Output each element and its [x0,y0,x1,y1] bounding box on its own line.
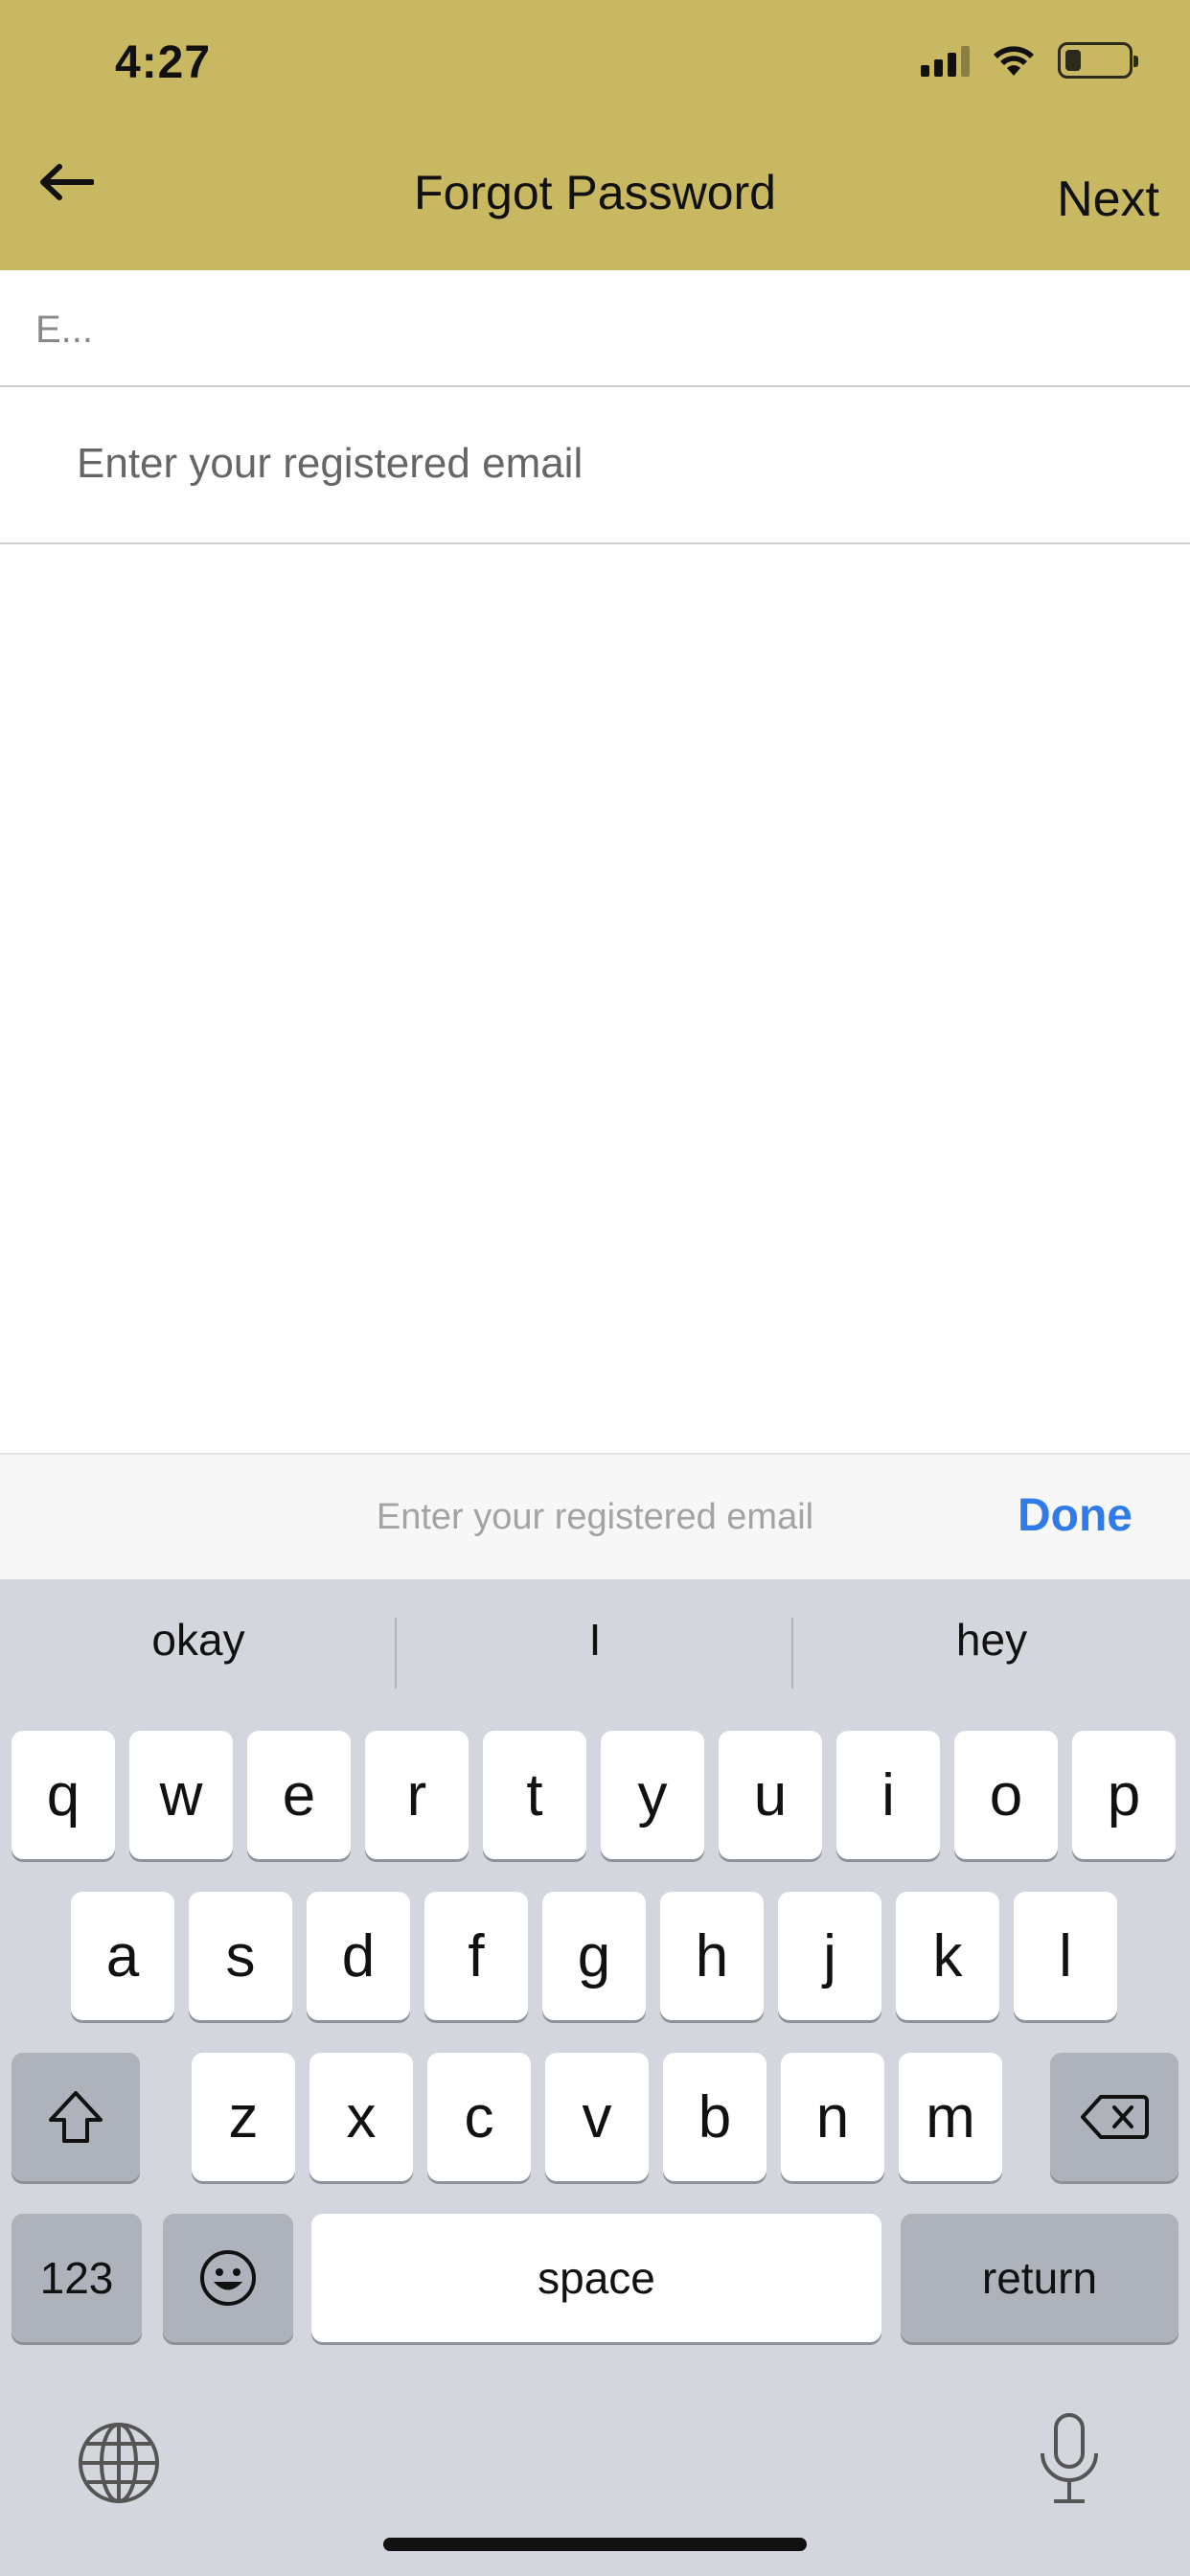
cellular-signal-icon [921,44,970,77]
key-k[interactable]: k [896,1892,999,2020]
key-x[interactable]: x [309,2053,413,2181]
accessory-hint: Enter your registered email [376,1497,814,1537]
key-v[interactable]: v [545,2053,649,2181]
key-c[interactable]: c [427,2053,531,2181]
key-j[interactable]: j [778,1892,881,2020]
space-key[interactable]: space [311,2214,881,2342]
home-indicator [383,2538,807,2551]
app-header: 4:27 Forgot Password Next [0,0,1190,270]
backspace-icon [1081,2095,1149,2139]
key-m[interactable]: m [899,2053,1002,2181]
wifi-icon [994,46,1034,76]
email-field[interactable] [77,426,1131,502]
done-button[interactable]: Done [1018,1489,1133,1542]
key-t[interactable]: t [483,1731,586,1859]
suggestion-bar: okay I hey [0,1579,1190,1704]
shift-icon [49,2091,103,2143]
suggestion-item[interactable]: hey [793,1614,1190,1666]
email-row [0,387,1190,544]
key-a[interactable]: a [71,1892,174,2020]
key-u[interactable]: u [719,1731,822,1859]
key-z[interactable]: z [192,2053,295,2181]
suggestion-item[interactable]: I [397,1614,793,1666]
key-n[interactable]: n [781,2053,884,2181]
key-o[interactable]: o [954,1731,1058,1859]
keyboard-accessory-bar: Enter your registered email Done [0,1453,1190,1579]
next-button[interactable]: Next [1057,171,1159,228]
key-d[interactable]: d [307,1892,410,2020]
return-key[interactable]: return [901,2214,1179,2342]
battery-icon [1058,42,1138,79]
emoji-key[interactable] [163,2214,293,2342]
key-f[interactable]: f [424,1892,528,2020]
email-field-label: E... [35,309,94,351]
page-title: Forgot Password [414,166,776,219]
microphone-icon[interactable] [1035,2411,1104,2507]
shift-key[interactable] [11,2053,140,2181]
delete-key[interactable] [1050,2053,1179,2181]
key-w[interactable]: w [129,1731,233,1859]
suggestion-item[interactable]: okay [0,1614,397,1666]
email-label-row: E... [0,270,1190,387]
status-icons [921,42,1138,79]
key-s[interactable]: s [189,1892,292,2020]
key-b[interactable]: b [663,2053,767,2181]
key-h[interactable]: h [660,1892,764,2020]
key-r[interactable]: r [365,1731,469,1859]
status-time: 4:27 [115,37,212,88]
key-i[interactable]: i [836,1731,940,1859]
key-q[interactable]: q [11,1731,115,1859]
numbers-key[interactable]: 123 [11,2214,142,2342]
globe-icon[interactable] [77,2421,161,2505]
key-y[interactable]: y [601,1731,704,1859]
key-g[interactable]: g [542,1892,646,2020]
key-p[interactable]: p [1072,1731,1176,1859]
key-l[interactable]: l [1014,1892,1117,2020]
key-e[interactable]: e [247,1731,351,1859]
emoji-icon [200,2250,256,2306]
